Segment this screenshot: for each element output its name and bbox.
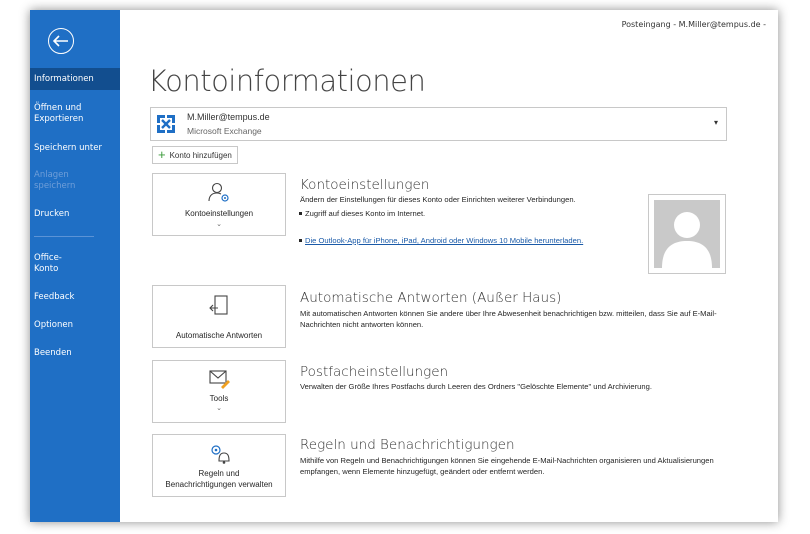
main-content: Kontoinformationen M.Miller@tempus.de Mi…: [120, 10, 778, 522]
sidebar-item-beenden[interactable]: Beenden: [30, 348, 120, 359]
outlook-window: Informationen Öffnen und Exportieren Spe…: [30, 10, 778, 522]
automatic-replies-label: Automatische Antworten: [175, 331, 263, 340]
section-title-postfacheinstellungen: Postfacheinstellungen: [300, 364, 449, 380]
add-account-label: Konto hinzufügen: [169, 150, 232, 160]
account-settings-icon: [207, 180, 231, 209]
rules-alerts-label: Regeln und Benachrichtigungen verwalten: [165, 469, 273, 489]
account-settings-button[interactable]: Kontoeinstellungen ⌄: [152, 173, 286, 236]
exchange-icon: [154, 112, 178, 136]
sidebar-item-informationen[interactable]: Informationen: [30, 68, 120, 90]
sidebar-item-anlagen-speichern: Anlagen speichern: [34, 170, 76, 191]
chevron-down-icon: ⌄: [216, 405, 222, 412]
backstage-sidebar: Informationen Öffnen und Exportieren Spe…: [30, 10, 120, 522]
tools-icon: [207, 367, 231, 396]
section-title-regeln-benachrichtigungen: Regeln und Benachrichtigungen: [300, 437, 515, 453]
tools-button[interactable]: Tools ⌄: [152, 360, 286, 423]
sidebar-item-oeffnen-exportieren[interactable]: Öffnen und Exportieren: [30, 103, 120, 125]
page-title: Kontoinformationen: [148, 64, 426, 98]
chevron-down-icon[interactable]: ▾: [714, 118, 718, 127]
section-title-kontoeinstellungen: Kontoeinstellungen: [300, 177, 430, 193]
section-desc-automatische-antworten: Mit automatischen Antworten können Sie a…: [300, 309, 717, 329]
account-settings-label: Kontoeinstellungen: [184, 209, 254, 218]
account-type: Microsoft Exchange: [187, 126, 262, 136]
section-title-automatische-antworten: Automatische Antworten (Außer Haus): [300, 290, 562, 306]
add-account-button[interactable]: + Konto hinzufügen: [152, 146, 238, 164]
account-selector[interactable]: M.Miller@tempus.de Microsoft Exchange ▾: [150, 107, 727, 141]
rules-alerts-icon: [207, 441, 231, 470]
automatic-replies-icon: [207, 294, 231, 323]
section-desc-postfacheinstellungen: Verwalten der Größe Ihres Postfachs durc…: [300, 382, 652, 391]
sidebar-item-drucken[interactable]: Drucken: [30, 209, 120, 220]
sidebar-item-speichern-unter[interactable]: Speichern unter: [30, 143, 120, 154]
rules-alerts-button[interactable]: Regeln und Benachrichtigungen verwalten: [152, 434, 286, 497]
outlook-app-download-link[interactable]: Die Outlook-App für iPhone, iPad, Androi…: [298, 236, 583, 245]
chevron-down-icon: ⌄: [216, 221, 222, 228]
account-email: M.Miller@tempus.de: [187, 112, 270, 122]
automatic-replies-button[interactable]: Automatische Antworten: [152, 285, 286, 348]
tools-label: Tools: [209, 394, 229, 403]
sidebar-item-office-konto[interactable]: Office- Konto: [30, 253, 120, 275]
plus-icon: +: [158, 147, 166, 162]
section-desc-regeln-benachrichtigungen: Mithilfe von Regeln und Benachrichtigung…: [300, 456, 714, 476]
sidebar-item-feedback[interactable]: Feedback: [30, 292, 120, 303]
back-arrow-icon[interactable]: [48, 28, 74, 54]
sidebar-item-optionen[interactable]: Optionen: [30, 320, 120, 331]
profile-placeholder-icon: [654, 200, 720, 268]
bullet-web-access: Zugriff auf dieses Konto im Internet.: [298, 209, 426, 218]
sidebar-divider: [34, 236, 94, 237]
profile-picture-frame[interactable]: [648, 194, 726, 274]
